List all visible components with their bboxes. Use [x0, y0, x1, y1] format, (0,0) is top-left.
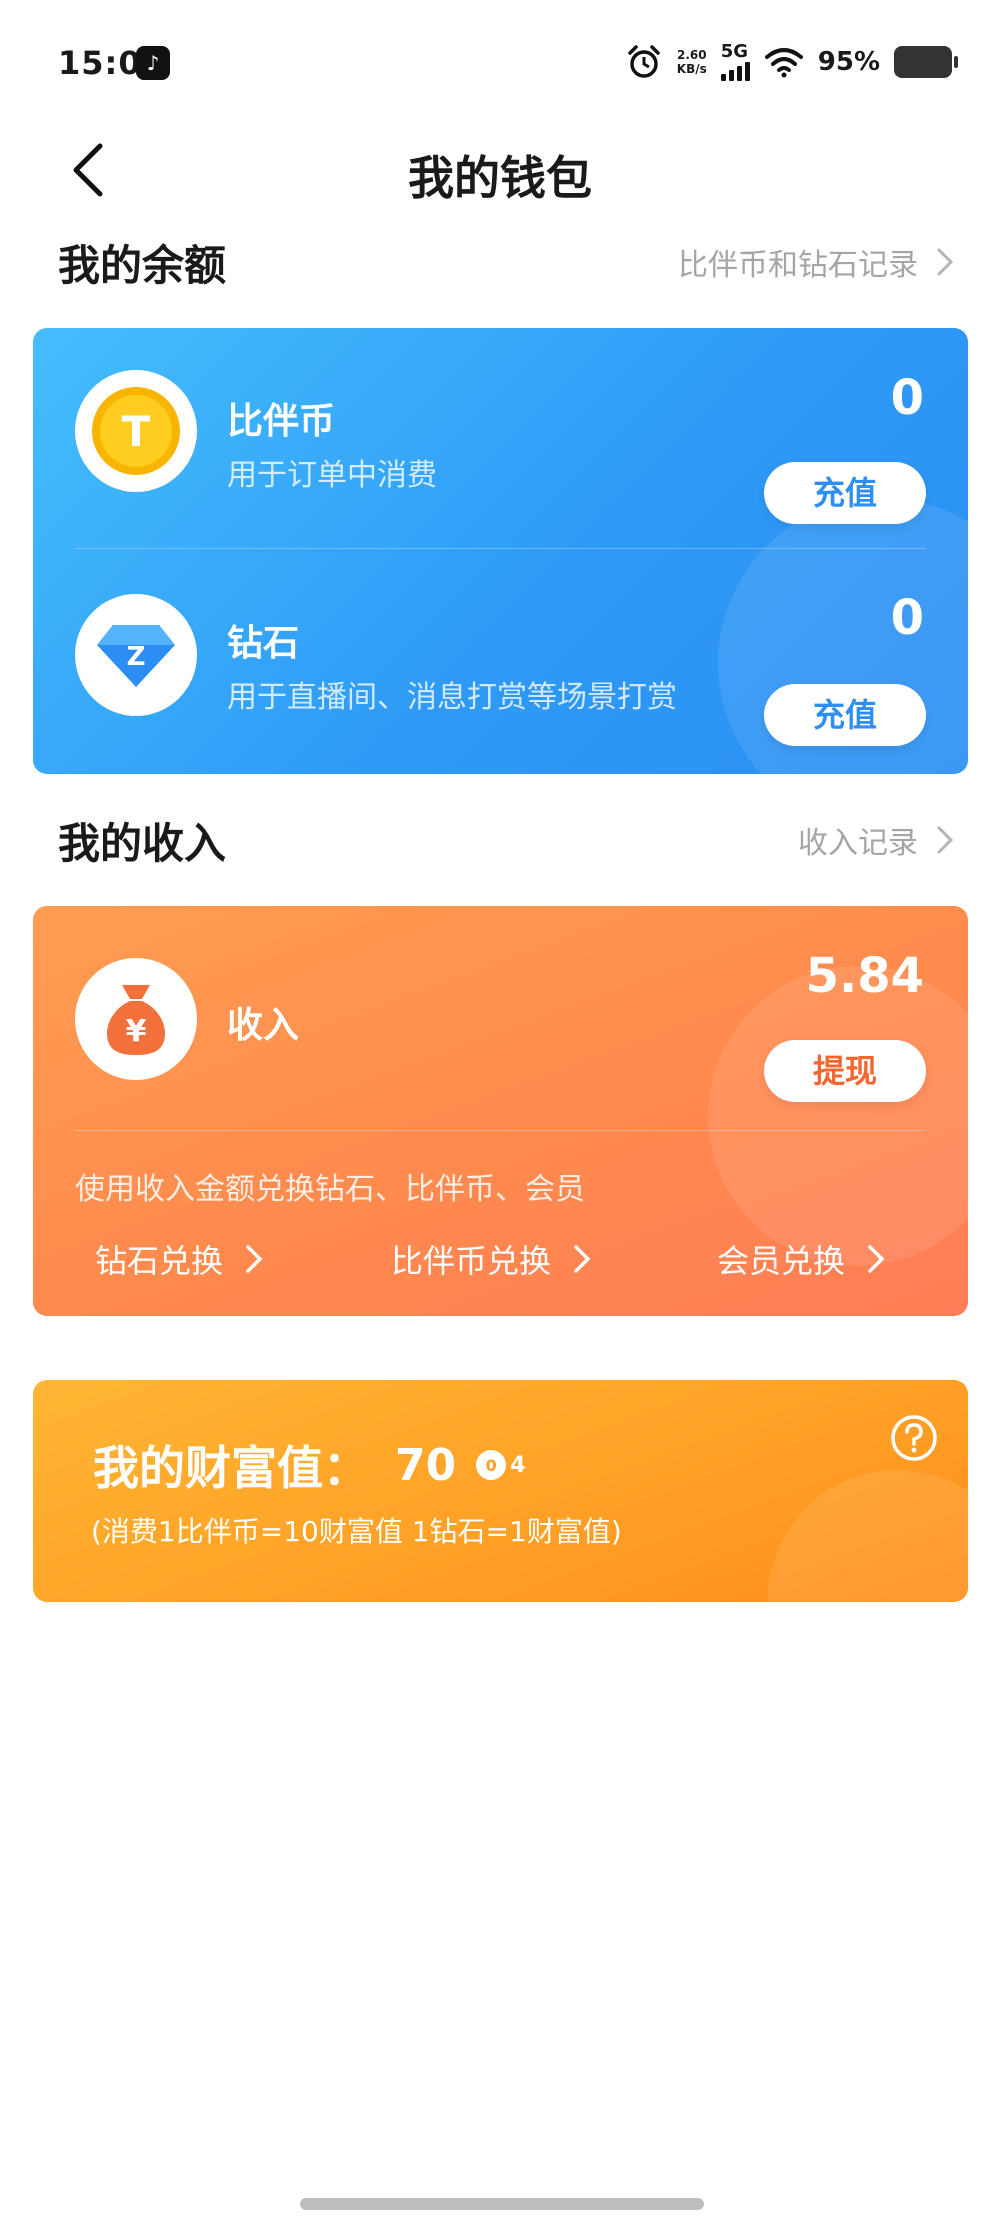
coin-icon-letter: T: [122, 407, 151, 456]
income-records-label: 收入记录: [798, 826, 918, 861]
battery-percent: 95%: [817, 47, 880, 77]
wealth-level-icon: 0: [476, 1450, 507, 1480]
signal-icon: [720, 61, 750, 81]
income-card: ¥ 收入 5.84 提现 使用收入金额兑换钻石、比伴币、会员 钻石兑换 比伴币兑…: [33, 906, 968, 1316]
income-divider: [75, 1130, 926, 1131]
vip-exchange-link[interactable]: 会员兑换: [717, 1236, 885, 1282]
diamond-recharge-button[interactable]: 充值: [764, 684, 926, 746]
alarm-clock-icon: [628, 45, 660, 78]
withdraw-button[interactable]: 提现: [764, 1040, 926, 1102]
chevron-right-icon: [937, 248, 954, 276]
diamond-icon: Z: [97, 625, 175, 687]
money-bag-symbol: ¥: [126, 1014, 147, 1049]
balance-section-header: 我的余额 比伴币和钻石记录: [58, 232, 954, 292]
diamond-exchange-label: 钻石兑换: [95, 1242, 224, 1280]
income-amount: 5.84: [805, 948, 924, 1004]
coin-subtitle: 用于订单中消费: [227, 458, 437, 493]
diamond-exchange-link[interactable]: 钻石兑换: [95, 1236, 263, 1282]
wealth-card: 我的财富值： 70 0 4 (消费1比伴币=10财富值 1钻石=1财富值): [33, 1380, 968, 1602]
status-indicators: 2.60 KB/s 5G 95%: [625, 40, 958, 84]
coin-exchange-link[interactable]: 比伴币兑换: [391, 1236, 591, 1282]
coin-icon-wrap: T: [75, 370, 197, 492]
income-records-link[interactable]: 收入记录: [798, 818, 954, 862]
exchange-note: 使用收入金额兑换钻石、比伴币、会员: [75, 1172, 585, 1207]
page-title: 我的钱包: [408, 151, 592, 205]
diamond-icon-letter: Z: [127, 642, 146, 672]
diamond-subtitle: 用于直播间、消息打赏等场景打赏: [227, 680, 677, 715]
chevron-right-icon: [868, 1245, 885, 1273]
cellular-indicator: 5G: [720, 41, 750, 81]
question-circle-icon[interactable]: [890, 1414, 938, 1462]
chevron-right-icon: [937, 826, 954, 854]
card-watermark: [768, 1470, 968, 1602]
balance-records-link[interactable]: 比伴币和钻石记录: [678, 240, 954, 284]
coin-recharge-button[interactable]: 充值: [764, 462, 926, 524]
network-type: 5G: [720, 41, 749, 62]
money-bag-icon-wrap: ¥: [75, 958, 197, 1080]
coin-icon: T: [92, 387, 180, 475]
income-title: 收入: [227, 1005, 300, 1046]
diamond-icon-wrap: Z: [75, 594, 197, 716]
status-bar: 15:02 ♪ 2.60 KB/s 5G 95%: [0, 0, 1000, 120]
income-section-title: 我的收入: [58, 818, 227, 868]
chevron-right-icon: [246, 1245, 263, 1273]
income-section-header: 我的收入 收入记录: [58, 810, 954, 870]
chevron-right-icon: [574, 1245, 591, 1273]
wealth-row: 我的财富值： 70 0 4: [93, 1432, 526, 1498]
balance-records-label: 比伴币和钻石记录: [678, 248, 918, 283]
diamond-title: 钻石: [227, 623, 300, 664]
wealth-label: 我的财富值：: [93, 1441, 369, 1495]
battery-icon: [894, 46, 958, 78]
coin-title: 比伴币: [227, 401, 336, 442]
coin-exchange-label: 比伴币兑换: [391, 1242, 552, 1280]
balance-divider: [75, 548, 926, 549]
vip-exchange-label: 会员兑换: [717, 1242, 846, 1280]
wifi-icon: [764, 48, 803, 78]
nav-bar: 我的钱包: [0, 120, 1000, 220]
wealth-rule: (消费1比伴币=10财富值 1钻石=1财富值): [91, 1515, 622, 1548]
tiktok-notification-icon: ♪: [136, 46, 170, 80]
balance-card: T 比伴币 用于订单中消费 0 充值 Z 钻石 用于直播间、消息打赏等场景打赏 …: [33, 328, 968, 774]
coin-balance: 0: [890, 370, 924, 426]
balance-section-title: 我的余额: [58, 240, 227, 290]
card-watermark: [708, 966, 968, 1266]
wealth-level: 4: [510, 1452, 526, 1478]
diamond-balance: 0: [890, 590, 924, 646]
money-bag-icon: ¥: [106, 985, 166, 1055]
network-speed-unit: KB/s: [676, 62, 707, 76]
home-indicator[interactable]: [300, 2198, 704, 2210]
wealth-value: 70: [395, 1439, 457, 1491]
network-speed-value: 2.60: [676, 48, 707, 62]
network-speed: 2.60 KB/s: [677, 48, 707, 76]
